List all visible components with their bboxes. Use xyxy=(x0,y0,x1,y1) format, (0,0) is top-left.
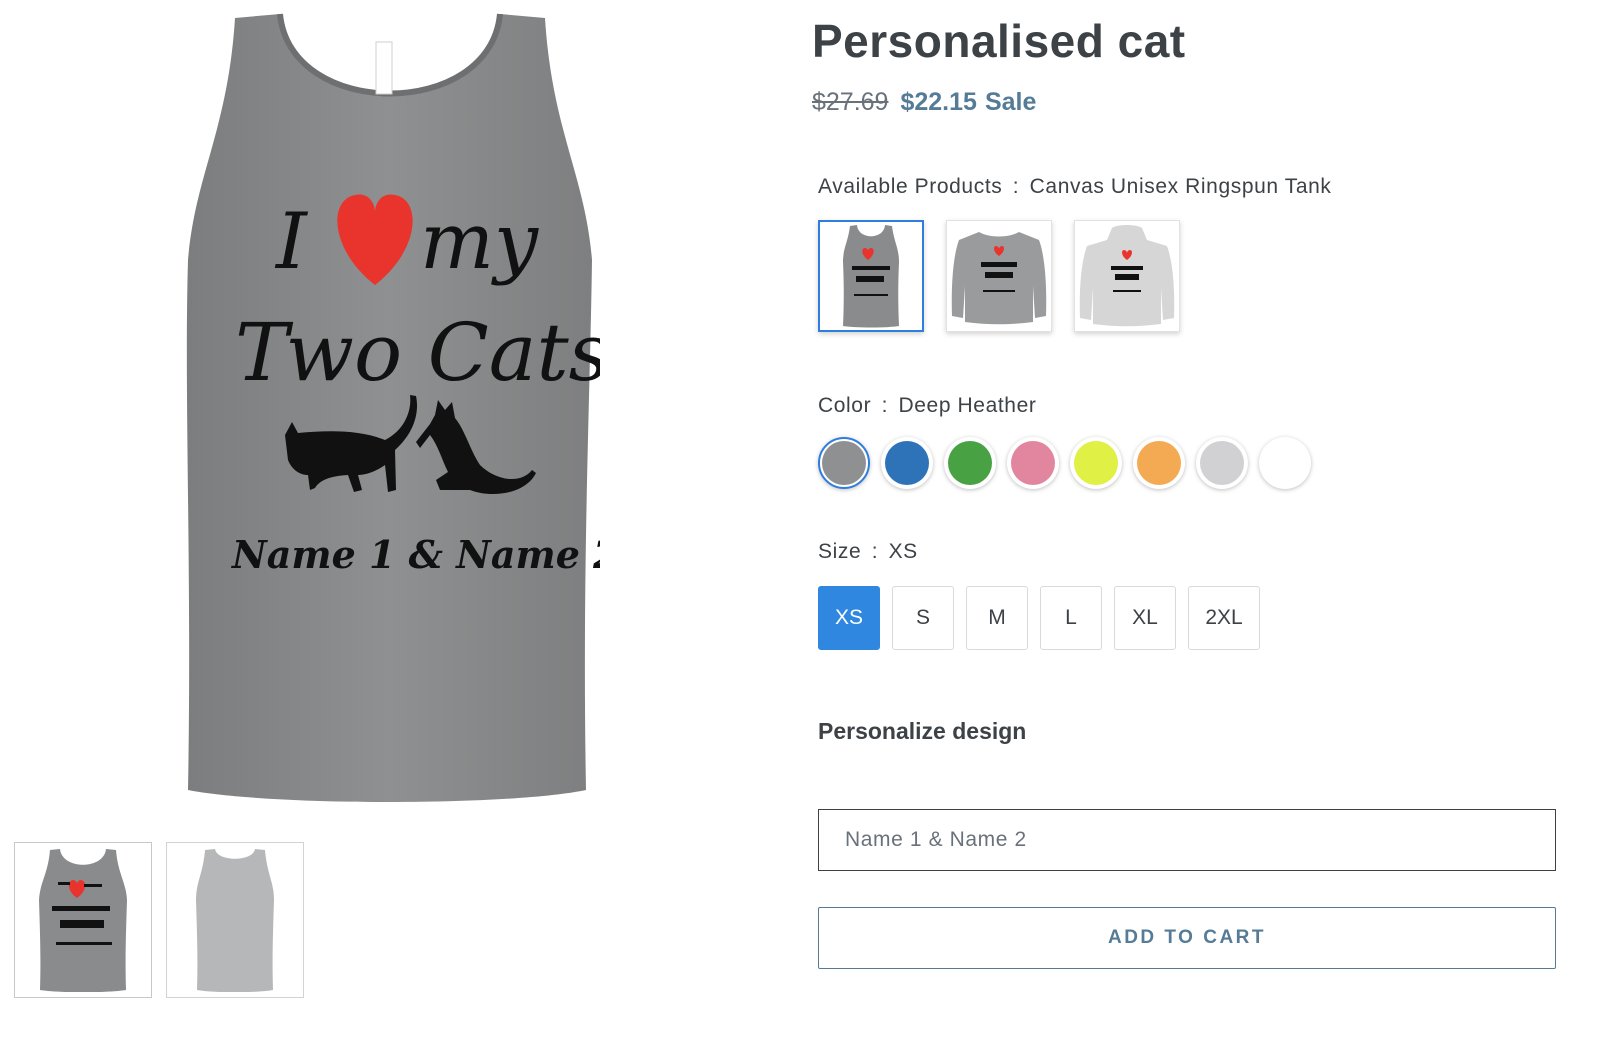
size-option-l[interactable]: L xyxy=(1040,586,1102,650)
selected-product-name: Canvas Unisex Ringspun Tank xyxy=(1029,175,1332,198)
design-text-names: Name 1 & Name 2 xyxy=(231,532,600,577)
selected-color-name: Deep Heather xyxy=(898,394,1037,417)
color-swatch-dot xyxy=(822,441,866,485)
color-swatch[interactable] xyxy=(1070,437,1122,489)
add-to-cart-button[interactable]: ADD TO CART xyxy=(818,907,1556,969)
label-separator: : xyxy=(871,540,879,563)
hoodie-icon xyxy=(1079,225,1175,327)
available-products-label: Available Products : Canvas Unisex Rings… xyxy=(818,175,1331,199)
color-swatch-dot xyxy=(1137,441,1181,485)
size-selector: XS S M L XL 2XL xyxy=(818,586,1260,650)
color-swatch-dot xyxy=(1263,441,1307,485)
product-main-image: I my Two Cats Name 1 & Name 2 xyxy=(180,10,620,810)
design-text-my: my xyxy=(420,197,539,287)
size-option-xs[interactable]: XS xyxy=(818,586,880,650)
selected-size-name: XS xyxy=(888,540,918,563)
size-option-s[interactable]: S xyxy=(892,586,954,650)
sweatshirt-icon xyxy=(951,232,1047,325)
color-swatch[interactable] xyxy=(1133,437,1185,489)
price-sale: $22.15 xyxy=(900,88,977,116)
tank-icon xyxy=(843,225,899,328)
color-swatch-dot xyxy=(1074,441,1118,485)
available-products-label-text: Available Products xyxy=(818,175,1003,198)
product-option-hoodie[interactable] xyxy=(1074,220,1180,332)
color-swatch-dot xyxy=(1200,441,1244,485)
personalize-heading: Personalize design xyxy=(818,718,1027,744)
size-label: Size : XS xyxy=(818,540,918,564)
label-separator: : xyxy=(1012,175,1020,198)
product-type-selector xyxy=(818,220,1180,332)
price-row: $27.69 $22.15 Sale xyxy=(812,88,1036,117)
tank-front-thumb-icon xyxy=(39,849,127,992)
thumbnail-back[interactable] xyxy=(166,842,304,998)
product-option-sweatshirt[interactable] xyxy=(946,220,1052,332)
price-original: $27.69 xyxy=(812,88,889,116)
color-swatches xyxy=(818,437,1311,489)
color-label: Color : Deep Heather xyxy=(818,394,1036,418)
color-swatch[interactable] xyxy=(881,437,933,489)
color-swatch-dot xyxy=(948,441,992,485)
personalize-name-input[interactable] xyxy=(818,809,1556,871)
sale-label: Sale xyxy=(984,88,1037,116)
color-swatch[interactable] xyxy=(1259,437,1311,489)
design-text-i: I xyxy=(274,197,309,287)
size-label-text: Size xyxy=(818,540,862,563)
product-title: Personalised cat xyxy=(812,15,1186,67)
color-label-text: Color xyxy=(818,394,872,417)
color-swatch[interactable] xyxy=(1007,437,1059,489)
product-option-tank[interactable] xyxy=(818,220,924,332)
design-text-two-cats: Two Cats xyxy=(235,306,600,399)
thumbnail-front[interactable] xyxy=(14,842,152,998)
color-swatch[interactable] xyxy=(818,437,870,489)
color-swatch-dot xyxy=(1011,441,1055,485)
color-swatch-dot xyxy=(885,441,929,485)
size-option-xl[interactable]: XL xyxy=(1114,586,1176,650)
size-option-2xl[interactable]: 2XL xyxy=(1188,586,1260,650)
color-swatch[interactable] xyxy=(1196,437,1248,489)
size-option-m[interactable]: M xyxy=(966,586,1028,650)
tank-back-thumb-icon xyxy=(196,849,274,992)
image-thumbnails xyxy=(14,842,304,998)
label-separator: : xyxy=(881,394,889,417)
tank-top-image: I my Two Cats Name 1 & Name 2 xyxy=(186,13,620,802)
color-swatch[interactable] xyxy=(944,437,996,489)
